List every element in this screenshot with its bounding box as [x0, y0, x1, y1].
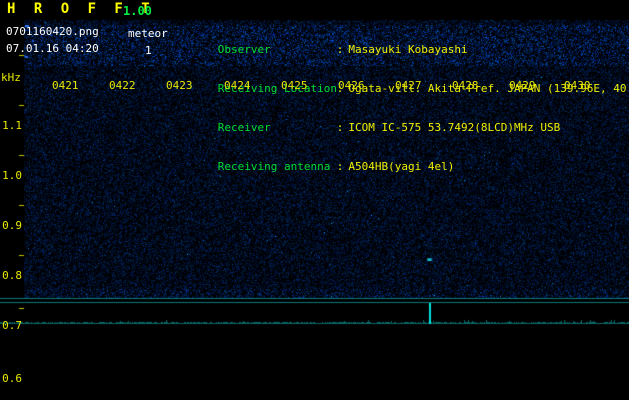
x-tick-label: 0421	[52, 79, 79, 92]
observation-mode: meteor	[128, 27, 168, 40]
info-value: Masayuki Kobayashi	[348, 43, 468, 56]
x-tick-label: 0430	[564, 79, 591, 92]
x-tick-label: 0422	[109, 79, 136, 92]
y-tick-label: 0.6	[2, 372, 22, 385]
info-row-antenna: Receiving antenna: A504HB(yagi 4el)	[178, 147, 629, 173]
info-value: A504HB(yagi 4el)	[348, 160, 455, 173]
x-tick-label: 0428	[452, 79, 479, 92]
x-tick-label: 0429	[509, 79, 536, 92]
x-tick-label: 0423	[166, 79, 193, 92]
y-tick-label: 0.8	[2, 269, 22, 282]
app-version: 1.00	[123, 4, 152, 18]
info-label: Receiver	[217, 121, 271, 134]
observation-datetime: 07.01.16 04:20	[6, 42, 99, 55]
meteor-count: 1	[145, 44, 152, 57]
info-row-observer: Observer: Masayuki Kobayashi	[178, 30, 629, 56]
output-filename: 0701160420.png	[6, 25, 99, 38]
info-colon: :	[336, 121, 344, 134]
y-tick-label: 0.7	[2, 319, 22, 332]
x-tick-label: 0425	[281, 79, 308, 92]
observation-info: Observer: Masayuki Kobayashi Receiving Lo…	[178, 4, 629, 186]
info-colon: :	[336, 160, 344, 173]
info-value: ICOM IC-575 53.7492(8LCD)MHz USB	[348, 121, 561, 134]
x-tick-label: 0426	[338, 79, 365, 92]
x-tick-label: 0424	[224, 79, 251, 92]
info-label: Observer	[217, 43, 271, 56]
time-axis: 0421 0422 0423 0424 0425 0426 0427 0428 …	[0, 79, 629, 92]
x-tick-label: 0427	[395, 79, 422, 92]
info-label: Receiving antenna	[217, 160, 331, 173]
info-colon: :	[336, 43, 344, 56]
hrofft-output-window: H R O F F T 1.00 0701160420.png meteor 0…	[0, 0, 629, 400]
info-row-receiver: Receiver: ICOM IC-575 53.7492(8LCD)MHz US…	[178, 108, 629, 134]
